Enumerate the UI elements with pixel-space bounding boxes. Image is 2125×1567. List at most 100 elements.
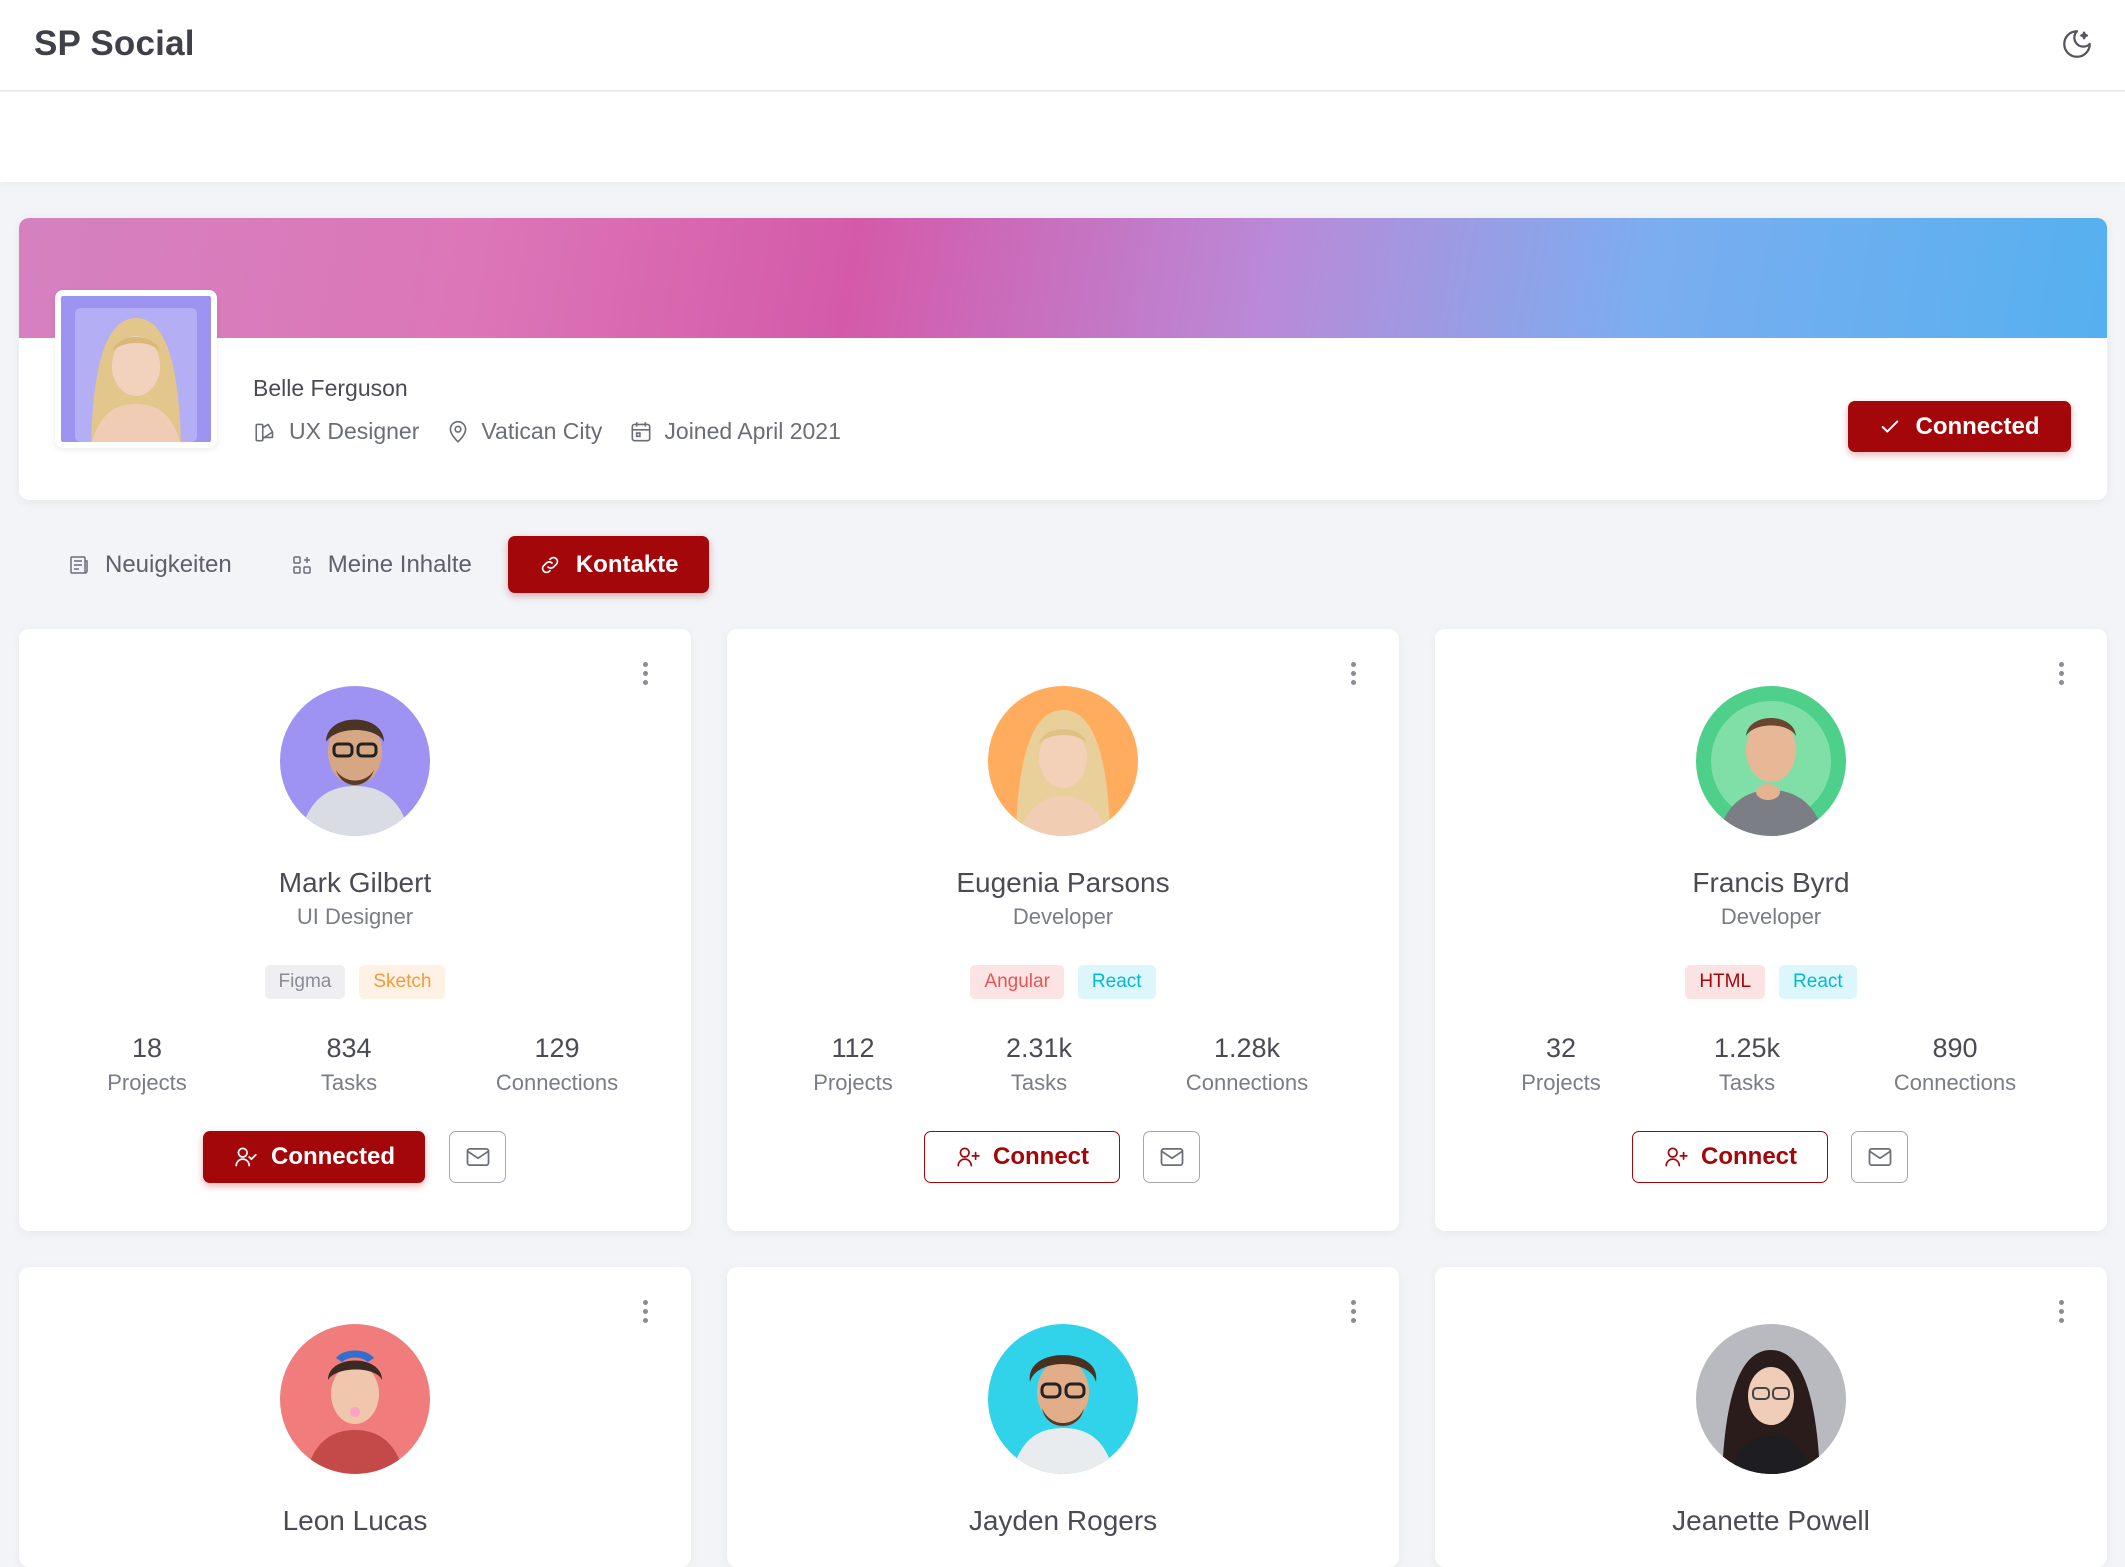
message-button[interactable] <box>1851 1131 1908 1183</box>
profile-role: UX Designer <box>253 418 419 445</box>
card-menu-button[interactable] <box>635 1295 655 1327</box>
skill-tag: Angular <box>970 965 1064 999</box>
stat-label: Tasks <box>1718 1070 1776 1095</box>
tab-meine-inhalte[interactable]: Meine Inhalte <box>268 536 494 593</box>
skill-tags: HTML React <box>1435 965 2107 999</box>
stat-connections: 1.28k Connections <box>1157 1033 1337 1096</box>
stat-label: Tasks <box>1010 1070 1068 1095</box>
skill-tags: Angular React <box>727 965 1399 999</box>
card-actions: Connect <box>1435 1131 2107 1185</box>
contact-card: Jayden Rogers <box>727 1267 1399 1567</box>
card-menu-button[interactable] <box>1343 1295 1363 1327</box>
contact-role: Developer <box>1720 904 1822 929</box>
profile-connected-button[interactable]: Connected <box>1848 401 2071 452</box>
dot <box>1350 1299 1356 1305</box>
button-label: Connect <box>1701 1143 1797 1170</box>
mail-icon <box>1868 1147 1891 1167</box>
contact-name: Jeanette Powell <box>1672 1505 1870 1536</box>
dot <box>2058 670 2064 676</box>
contact-card: Jeanette Powell <box>1435 1267 2107 1567</box>
avatar <box>988 1324 1138 1474</box>
stat-value: 32 <box>1545 1033 1577 1063</box>
dot <box>1350 670 1356 676</box>
stat-value: 18 <box>131 1033 163 1063</box>
stat-projects: 112 Projects <box>763 1033 943 1096</box>
avatar <box>1696 686 1846 836</box>
button-label: Connect <box>993 1143 1089 1170</box>
profile-joined: Joined April 2021 <box>628 418 841 445</box>
dot <box>642 670 648 676</box>
profile-avatar <box>55 290 217 448</box>
check-icon <box>1882 419 1899 433</box>
contact-card: Francis Byrd Developer HTML React 32 Proj… <box>1435 629 2107 1231</box>
stat-connections: 129 Connections <box>467 1033 647 1096</box>
dot <box>2058 661 2064 667</box>
dot <box>2058 1299 2064 1305</box>
dot <box>1350 1317 1356 1323</box>
theme-toggle-button[interactable] <box>2057 24 2097 64</box>
contact-stats: 18 Projects 834 Tasks 129 Connections <box>19 1033 691 1103</box>
user-check-icon <box>235 1147 257 1167</box>
app-title: SP Social <box>34 24 195 63</box>
profile-location: Vatican City <box>445 418 602 445</box>
card-actions: Connect <box>727 1131 1399 1185</box>
skill-tag: HTML <box>1685 965 1766 999</box>
user-plus-icon <box>957 1147 980 1167</box>
top-bar: SP Social <box>0 0 2125 91</box>
contact-role: UI Designer <box>296 904 414 929</box>
stat-value: 1.25k <box>1713 1033 1781 1063</box>
tab-neuigkeiten[interactable]: Neuigkeiten <box>45 536 254 593</box>
dot <box>642 1308 648 1314</box>
profile-location-text: Vatican City <box>481 418 603 444</box>
contact-card: Eugenia Parsons Developer Angular React … <box>727 629 1399 1231</box>
tab-kontakte[interactable]: Kontakte <box>507 536 709 593</box>
card-menu-button[interactable] <box>635 657 655 689</box>
contact-name: Jayden Rogers <box>968 1505 1158 1536</box>
avatar-image <box>988 1324 1138 1474</box>
sub-header <box>0 92 2125 182</box>
stat-value: 890 <box>1932 1033 1978 1063</box>
map-pin-icon <box>449 420 467 443</box>
contact-card: Leon Lucas <box>19 1267 691 1567</box>
contact-name: Francis Byrd <box>1692 867 1850 898</box>
stat-projects: 32 Projects <box>1471 1033 1651 1096</box>
stat-label: Tasks <box>320 1070 378 1095</box>
avatar-image <box>280 686 430 836</box>
connect-button[interactable]: Connect <box>1632 1131 1828 1183</box>
skill-tags: Figma Sketch <box>19 965 691 999</box>
stat-label: Connections <box>1185 1070 1309 1095</box>
profile-joined-text: Joined April 2021 <box>664 418 841 444</box>
stat-value: 129 <box>534 1033 580 1063</box>
stat-value: 112 <box>831 1033 875 1063</box>
contact-name: Leon Lucas <box>282 1505 428 1536</box>
contact-stats: 32 Projects 1.25k Tasks 890 Connections <box>1435 1033 2107 1103</box>
dot <box>642 679 648 685</box>
connect-button[interactable]: Connect <box>924 1131 1120 1183</box>
card-menu-button[interactable] <box>2051 1295 2071 1327</box>
card-menu-button[interactable] <box>1343 657 1363 689</box>
stat-connections: 890 Connections <box>1865 1033 2045 1096</box>
tab-label: Meine Inhalte <box>327 550 472 578</box>
profile-header: Belle Ferguson UX Designer Vatican City … <box>19 218 2107 500</box>
dot <box>1350 1308 1356 1314</box>
news-icon <box>70 555 88 574</box>
skill-tag: React <box>1779 965 1857 999</box>
connected-button[interactable]: Connected <box>203 1131 425 1183</box>
avatar <box>280 1324 430 1474</box>
stat-tasks: 1.25k Tasks <box>1657 1033 1837 1096</box>
contact-card: Mark Gilbert UI Designer Figma Sketch 18… <box>19 629 691 1231</box>
profile-tabs: Neuigkeiten Meine Inhalte Kontakte <box>45 536 723 593</box>
message-button[interactable] <box>1143 1131 1200 1183</box>
contact-role: Developer <box>1012 904 1114 929</box>
avatar <box>988 686 1138 836</box>
message-button[interactable] <box>449 1131 506 1183</box>
card-menu-button[interactable] <box>2051 657 2071 689</box>
user-plus-icon <box>1665 1147 1688 1167</box>
moon-icon <box>2063 30 2091 58</box>
avatar-image <box>988 686 1138 836</box>
profile-name: Belle Ferguson <box>253 375 408 401</box>
profile-meta: UX Designer Vatican City Joined April 20… <box>253 418 867 445</box>
avatar-image <box>1696 1324 1846 1474</box>
avatar-image <box>61 296 211 442</box>
avatar-image <box>280 1324 430 1474</box>
